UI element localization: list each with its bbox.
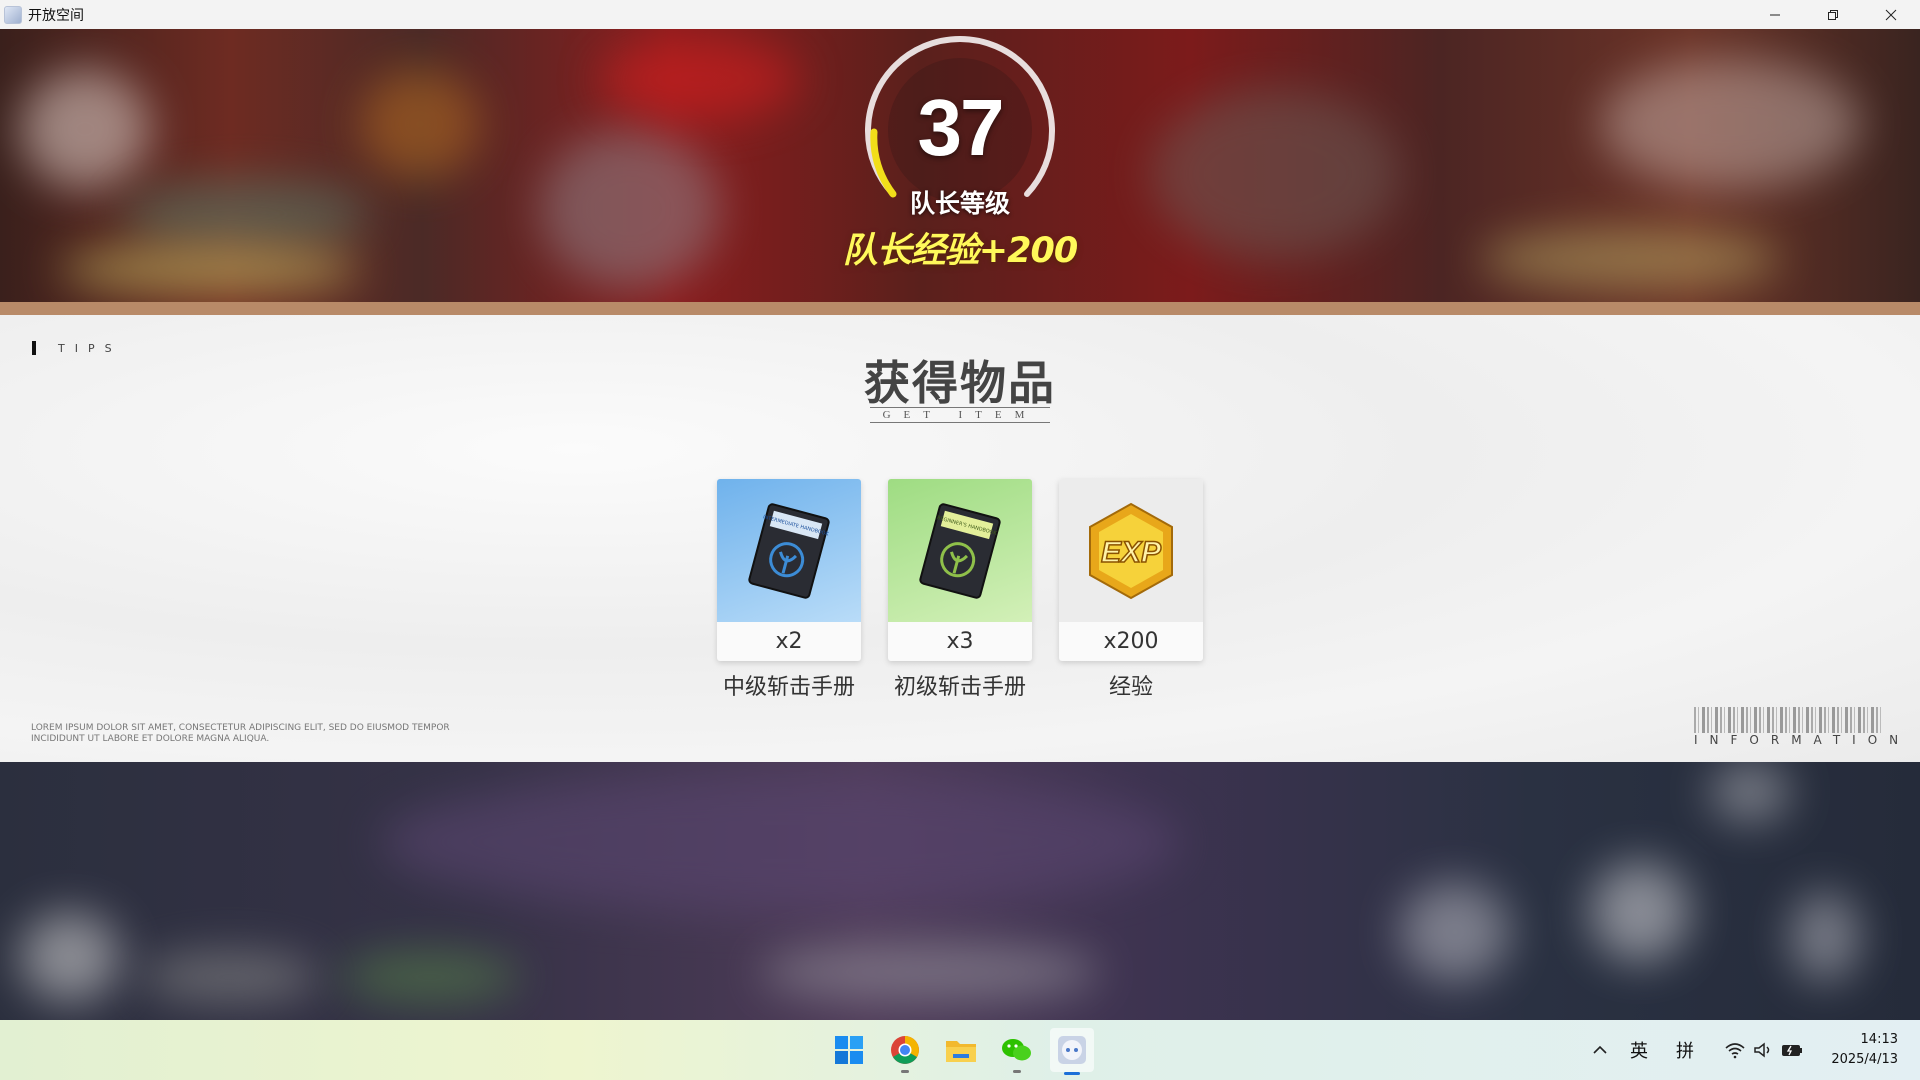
- exp-badge-text: EXP: [1101, 536, 1162, 569]
- card-image: INTERMEDIATE HANDBOOK: [717, 479, 861, 622]
- item-quantity: x2: [775, 629, 803, 654]
- folder-icon: [946, 1041, 976, 1062]
- taskbar: 英 拼 14:13 2025/4/13: [0, 1020, 1920, 1080]
- input-lang-indicator[interactable]: 英: [1630, 1037, 1648, 1063]
- close-icon: [1885, 9, 1897, 20]
- captain-exp-gain: 队长经验+200: [842, 231, 1078, 271]
- item-name: 经验: [1108, 675, 1153, 700]
- window-controls: [1746, 0, 1920, 29]
- running-indicator: [901, 1070, 909, 1073]
- tips-text: TIPS: [58, 341, 122, 355]
- exp-icon: EXP: [1089, 502, 1173, 599]
- game-app-icon: [1058, 1036, 1086, 1064]
- chevron-up-icon[interactable]: [1590, 1040, 1610, 1060]
- footer-note: LOREM IPSUM DOLOR SIT AMET, CONSECTETUR …: [31, 723, 450, 744]
- item-name: 中级斩击手册: [722, 675, 855, 700]
- tips-label: TIPS: [32, 341, 122, 355]
- captain-level-label: 队长等级: [909, 189, 1010, 218]
- battery-icon[interactable]: [1780, 1041, 1804, 1059]
- beginner-handbook-icon: BEGINNER'S HANDBOOK: [919, 502, 1001, 599]
- reward-heading: 获得物品: [864, 356, 1056, 410]
- barcode-decoration: [1694, 707, 1884, 733]
- item-quantity: x200: [1103, 629, 1159, 654]
- reward-item-list: INTERMEDIATE HANDBOOK x2 中级斩击手册 BEGINNER…: [717, 479, 1203, 701]
- start-button[interactable]: [829, 1030, 869, 1070]
- volume-icon[interactable]: [1752, 1041, 1774, 1059]
- app-icon: [4, 5, 22, 24]
- information-label: INFORMATION: [1694, 733, 1911, 747]
- minimize-button[interactable]: [1746, 0, 1804, 29]
- close-button[interactable]: [1862, 0, 1920, 29]
- wifi-icon[interactable]: [1724, 1041, 1746, 1059]
- reward-item-intermediate-handbook[interactable]: INTERMEDIATE HANDBOOK x2 中级斩击手册: [717, 479, 861, 701]
- captain-level-value: 37: [917, 83, 1005, 172]
- taskbar-file-explorer[interactable]: [941, 1030, 981, 1070]
- intermediate-handbook-icon: INTERMEDIATE HANDBOOK: [748, 502, 830, 599]
- reward-card[interactable]: EXP x200: [1059, 479, 1203, 661]
- item-quantity: x3: [946, 629, 974, 654]
- card-image: BEGINNER'S HANDBOOK: [888, 479, 1032, 622]
- banner-divider: [0, 302, 1920, 315]
- taskbar-game-app[interactable]: [1050, 1028, 1094, 1075]
- reward-panel: TIPS 获得物品 GET ITEM INTERMEDIATE HANDBOOK: [0, 315, 1920, 762]
- tips-marker: [32, 341, 36, 355]
- input-method-indicator[interactable]: 拼: [1676, 1037, 1694, 1063]
- reward-item-beginner-handbook[interactable]: BEGINNER'S HANDBOOK x3 初级斩击手册: [888, 479, 1032, 701]
- taskbar-wechat[interactable]: [997, 1030, 1037, 1073]
- reward-item-exp[interactable]: EXP x200 经验: [1059, 479, 1203, 701]
- system-clock[interactable]: 14:13 2025/4/13: [1831, 1030, 1898, 1070]
- wechat-icon: [1002, 1039, 1031, 1061]
- reward-card[interactable]: INTERMEDIATE HANDBOOK x2: [717, 479, 861, 661]
- active-indicator: [1064, 1072, 1080, 1075]
- windows-logo-icon: [835, 1036, 863, 1064]
- title-bar: 开放空间: [0, 0, 1920, 30]
- background-scene: [0, 762, 1920, 1020]
- taskbar-chrome[interactable]: [885, 1030, 925, 1073]
- item-name: 初级斩击手册: [893, 675, 1026, 700]
- window-title: 开放空间: [28, 7, 84, 24]
- reward-card[interactable]: BEGINNER'S HANDBOOK x3: [888, 479, 1032, 661]
- system-tray: 英 拼: [1590, 1020, 1804, 1080]
- minimize-icon: [1770, 14, 1780, 15]
- card-image: EXP: [1059, 479, 1203, 622]
- chrome-icon: [891, 1036, 919, 1064]
- reward-subheading: GET ITEM: [870, 407, 1050, 423]
- running-indicator: [1013, 1070, 1021, 1073]
- clock-date: 2025/4/13: [1831, 1052, 1898, 1067]
- clock-time: 14:13: [1860, 1032, 1898, 1047]
- restore-icon: [1828, 9, 1838, 20]
- restore-button[interactable]: [1804, 0, 1862, 29]
